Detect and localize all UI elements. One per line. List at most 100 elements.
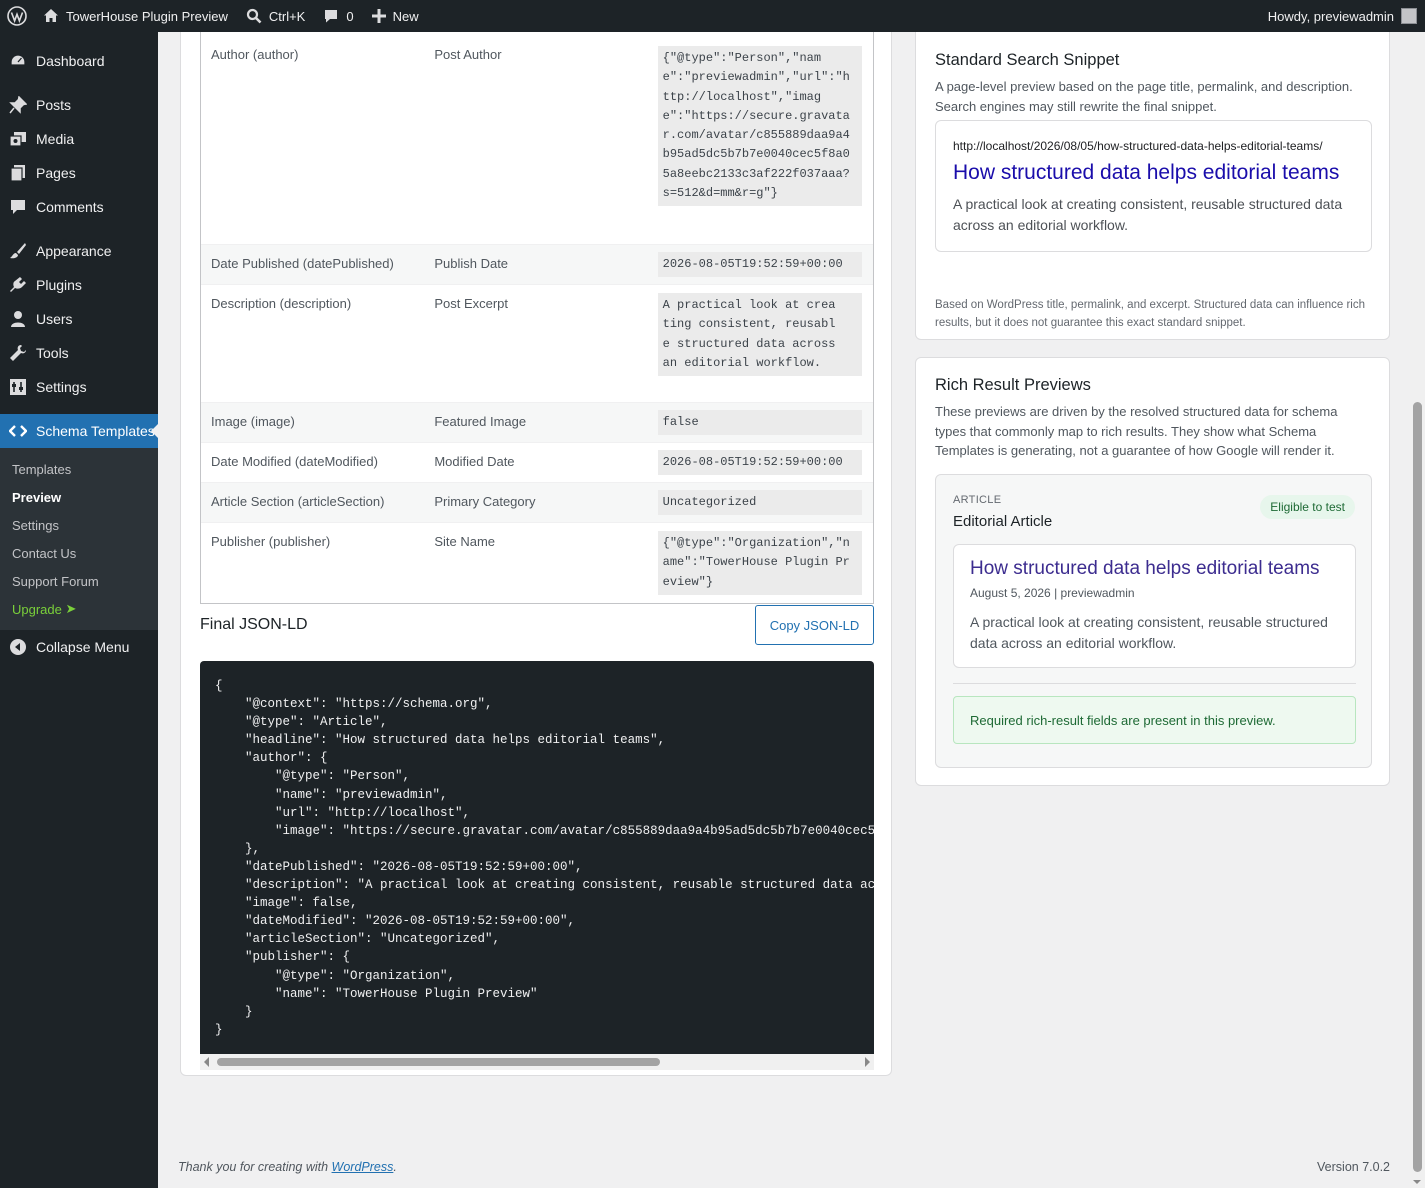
scrollbar-thumb[interactable] [1413, 402, 1422, 1172]
sidebar-item-schema-templates[interactable]: Schema Templates [0, 414, 159, 448]
settings-icon [9, 378, 27, 396]
sidebar-item-dashboard[interactable]: Dashboard [0, 44, 158, 78]
sidebar-item-label: Comments [36, 199, 104, 215]
sidebar-item-label: Settings [36, 379, 87, 395]
site-name-link[interactable]: TowerHouse Plugin Preview [34, 0, 237, 32]
resolved-value: Uncategorized [657, 490, 862, 516]
submenu-preview[interactable]: Preview [0, 483, 158, 511]
page-vertical-scrollbar[interactable] [1410, 32, 1425, 1188]
scrollbar-thumb[interactable] [217, 1058, 660, 1066]
upgrade-label: Upgrade [12, 601, 62, 617]
search-snippet-card: http://localhost/2026/08/05/how-structur… [935, 120, 1372, 252]
code-horizontal-scrollbar[interactable] [200, 1054, 874, 1070]
sidebar-item-pages[interactable]: Pages [0, 156, 158, 190]
pin-icon [9, 96, 27, 114]
sidebar-item-label: Schema Templates [36, 423, 155, 439]
plus-icon [371, 9, 386, 23]
snippet-title: Standard Search Snippet [935, 51, 1120, 69]
footer-version: Version 7.0.2 [1317, 1160, 1390, 1174]
sidebar-item-plugins[interactable]: Plugins [0, 268, 158, 302]
sidebar-item-media[interactable]: Media [0, 122, 158, 156]
sidebar-item-label: Pages [36, 165, 76, 181]
comments-link[interactable]: 0 [314, 0, 362, 32]
home-icon [43, 8, 59, 24]
validation-notice: Required rich-result fields are present … [953, 696, 1356, 744]
table-row: Date Modified (dateModified) Modified Da… [201, 443, 873, 483]
snippet-headline[interactable]: How structured data helps editorial team… [953, 161, 1339, 185]
divider [953, 683, 1356, 684]
upgrade-arrow-icon: ➤ [65, 601, 77, 616]
account-menu[interactable]: Howdy, previewadmin [1259, 0, 1425, 32]
new-content-link[interactable]: New [363, 0, 428, 32]
sidebar-item-comments[interactable]: Comments [0, 190, 158, 224]
property-cell: Date Published (datePublished) [211, 256, 394, 271]
json-ld-code-block[interactable]: { "@context": "https://schema.org", "@ty… [200, 661, 874, 1054]
rich-type-label: ARTICLE [953, 494, 1002, 506]
scroll-down-icon[interactable] [1413, 1180, 1421, 1184]
submenu-upgrade[interactable]: Upgrade ➤ [0, 595, 158, 623]
scroll-right-icon[interactable] [865, 1057, 870, 1067]
rich-title: Rich Result Previews [935, 376, 1091, 394]
submenu-settings[interactable]: Settings [0, 511, 158, 539]
rich-template-name: Editorial Article [953, 513, 1053, 530]
search-icon [246, 8, 262, 24]
wordpress-logo-icon[interactable] [0, 0, 34, 32]
command-search-button[interactable]: Ctrl+K [237, 0, 314, 32]
brush-icon [9, 242, 27, 260]
source-cell: Post Author [434, 47, 502, 62]
property-cell: Date Modified (dateModified) [211, 454, 378, 469]
snippet-note: Based on WordPress title, permalink, and… [935, 299, 1365, 329]
sidebar-item-users[interactable]: Users [0, 302, 158, 336]
submenu-support-forum[interactable]: Support Forum [0, 567, 158, 595]
site-name: TowerHouse Plugin Preview [66, 8, 228, 24]
table-row: Description (description) Post Excerpt A… [201, 285, 873, 403]
submenu-templates[interactable]: Templates [0, 455, 158, 483]
final-json-header: Final JSON-LD Copy JSON-LD [200, 605, 874, 645]
footer-thanks-text: Thank you for creating with [178, 1160, 332, 1174]
wordpress-link[interactable]: WordPress [332, 1160, 394, 1174]
rich-headline[interactable]: How structured data helps editorial team… [970, 558, 1320, 580]
table-row: Article Section (articleSection) Primary… [201, 483, 873, 523]
rich-meta: August 5, 2026 | previewadmin [970, 586, 1135, 600]
wrench-icon [9, 344, 27, 362]
snippet-excerpt: A practical look at creating consistent,… [953, 196, 1343, 233]
main-content: Author (author) Post Author {"@type":"Pe… [158, 22, 1410, 1188]
sidebar-item-tools[interactable]: Tools [0, 336, 158, 370]
rich-excerpt: A practical look at creating consistent,… [970, 614, 1328, 651]
submenu-contact-us[interactable]: Contact Us [0, 539, 158, 567]
footer-period: . [393, 1160, 397, 1174]
admin-bar: TowerHouse Plugin Preview Ctrl+K 0 New H… [0, 0, 1425, 32]
howdy-text: Howdy, previewadmin [1267, 8, 1394, 24]
user-icon [9, 310, 27, 328]
schema-templates-submenu: Templates Preview Settings Contact Us Su… [0, 448, 158, 630]
pages-icon [9, 164, 27, 182]
source-cell: Modified Date [434, 454, 515, 469]
scroll-left-icon[interactable] [204, 1057, 209, 1067]
snippet-url: http://localhost/2026/08/05/how-structur… [953, 139, 1323, 153]
snippet-description: A page-level preview based on the page t… [935, 79, 1353, 114]
sidebar-item-label: Dashboard [36, 53, 105, 69]
sidebar-item-settings[interactable]: Settings [0, 370, 158, 404]
sidebar-item-label: Plugins [36, 277, 82, 293]
collapse-icon [9, 638, 27, 656]
source-cell: Post Excerpt [434, 296, 509, 311]
sidebar-item-label: Posts [36, 97, 72, 113]
sidebar-item-label: Users [36, 311, 73, 327]
comment-icon [9, 198, 27, 216]
sidebar-item-appearance[interactable]: Appearance [0, 234, 158, 268]
resolved-value: A practical look at creating consistent,… [657, 293, 862, 377]
avatar [1401, 8, 1417, 24]
dashboard-icon [9, 52, 27, 70]
final-json-title: Final JSON-LD [200, 616, 308, 633]
sidebar-item-label: Media [36, 131, 75, 147]
collapse-menu-button[interactable]: Collapse Menu [0, 630, 158, 664]
sidebar-item-posts[interactable]: Posts [0, 88, 158, 122]
resolved-value: false [657, 410, 862, 436]
media-icon [9, 130, 27, 148]
code-icon [9, 422, 27, 440]
sidebar-item-label: Tools [36, 345, 69, 361]
copy-json-button[interactable]: Copy JSON-LD [755, 605, 874, 645]
table-row: Author (author) Post Author {"@type":"Pe… [201, 23, 873, 245]
resolved-value: {"@type":"Organization","name":"TowerHou… [657, 531, 862, 595]
search-shortcut: Ctrl+K [268, 8, 306, 24]
